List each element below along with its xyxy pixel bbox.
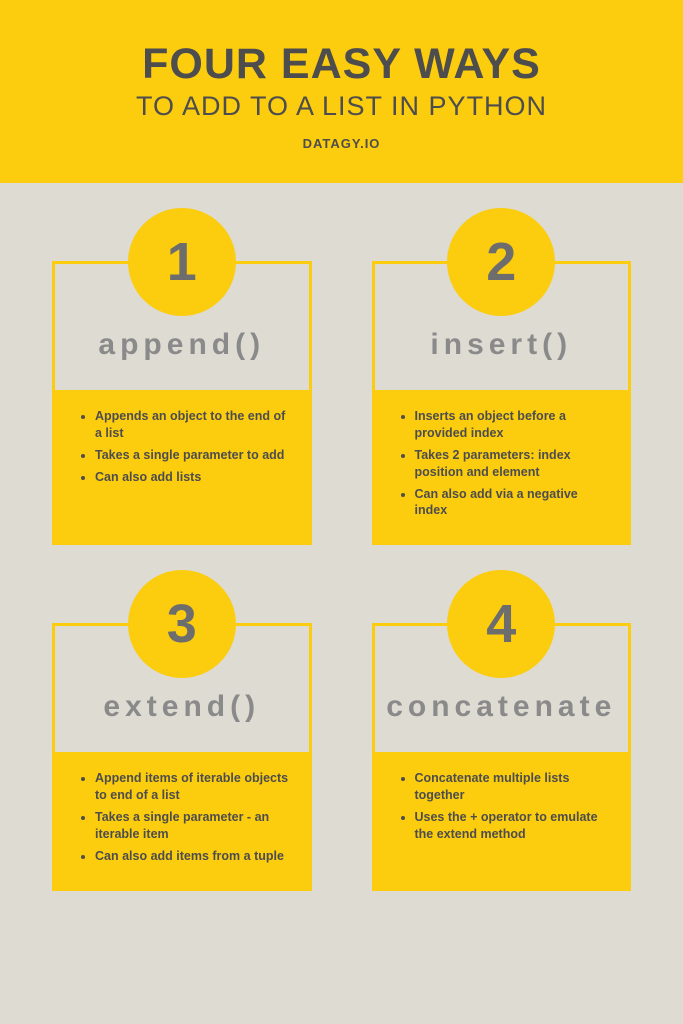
badge-number: 3 xyxy=(167,593,197,655)
bullet-point: Takes a single parameter - an iterable i… xyxy=(95,809,289,843)
bullet-point: Concatenate multiple lists together xyxy=(415,770,609,804)
page-title: FOUR EASY WAYS xyxy=(20,40,663,89)
bullet-point: Takes a single parameter to add xyxy=(95,447,289,464)
number-badge: 2 xyxy=(447,208,555,316)
cards-grid: 1 append() Appends an object to the end … xyxy=(0,183,683,931)
method-description: Append items of iterable objects to end … xyxy=(55,752,309,887)
method-card-insert: 2 insert() Inserts an object before a pr… xyxy=(372,261,632,545)
method-card-concatenate: 4 concatenate Concatenate multiple lists… xyxy=(372,623,632,890)
bullet-point: Takes 2 parameters: index position and e… xyxy=(415,447,609,481)
method-description: Appends an object to the end of a list T… xyxy=(55,390,309,542)
number-badge: 4 xyxy=(447,570,555,678)
method-description: Inserts an object before a provided inde… xyxy=(375,390,629,542)
bullet-point: Can also add items from a tuple xyxy=(95,848,289,865)
badge-number: 4 xyxy=(486,593,516,655)
number-badge: 1 xyxy=(128,208,236,316)
page-subtitle: TO ADD TO A LIST IN PYTHON xyxy=(20,91,663,122)
brand-label: DATAGY.IO xyxy=(20,136,663,151)
bullet-point: Uses the + operator to emulate the exten… xyxy=(415,809,609,843)
method-description: Concatenate multiple lists together Uses… xyxy=(375,752,629,887)
badge-number: 2 xyxy=(486,231,516,293)
method-card-extend: 3 extend() Append items of iterable obje… xyxy=(52,623,312,890)
header: FOUR EASY WAYS TO ADD TO A LIST IN PYTHO… xyxy=(0,0,683,183)
bullet-point: Append items of iterable objects to end … xyxy=(95,770,289,804)
method-card-append: 1 append() Appends an object to the end … xyxy=(52,261,312,545)
badge-number: 1 xyxy=(167,231,197,293)
bullet-point: Can also add via a negative index xyxy=(415,486,609,520)
bullet-point: Can also add lists xyxy=(95,469,289,486)
bullet-point: Inserts an object before a provided inde… xyxy=(415,408,609,442)
number-badge: 3 xyxy=(128,570,236,678)
bullet-point: Appends an object to the end of a list xyxy=(95,408,289,442)
